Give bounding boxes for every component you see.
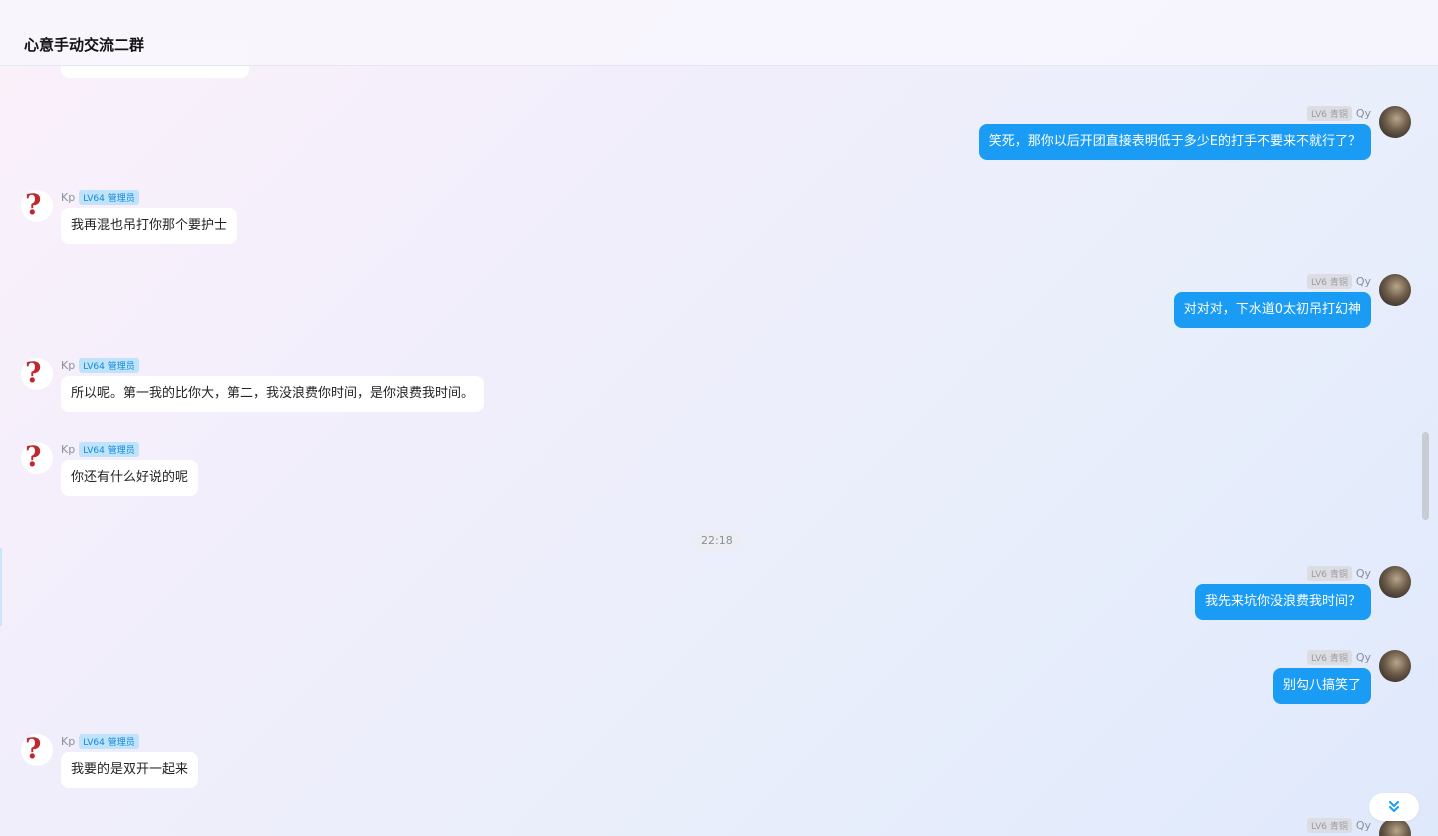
page-title: 心意手动交流二群 [24,36,145,54]
question-mark-avatar-icon: ? [25,190,42,221]
question-mark-avatar-icon: ? [25,734,42,765]
level-badge: LV6 青铜 [1307,650,1352,665]
message-meta: LV6 青铜 Qy [1307,274,1371,289]
time-divider: 22:18 [692,531,742,550]
avatar[interactable] [1379,650,1411,682]
chat-header: 心意手动交流二群 [0,0,1438,66]
level-badge: LV6 青铜 [1307,818,1352,833]
admin-badge: LV64 管理员 [79,442,139,457]
message-meta: Kp LV64 管理员 [61,190,139,205]
sender-name: Qy [1355,107,1371,120]
message-meta: Kp LV64 管理员 [61,734,139,749]
message-meta: Kp LV64 管理员 [61,442,139,457]
message-bubble[interactable]: 所以呢。第一我的比你大，第二，我没浪费你时间，是你浪费我时间。 [61,376,485,412]
message-meta: LV6 青铜 Qy [1307,106,1371,121]
sender-name: Qy [1355,819,1371,832]
message-bubble[interactable]: 对对对，下水道0太初吊打幻神 [1173,292,1371,328]
message-meta: LV6 青铜 Qy [1307,818,1371,833]
avatar[interactable] [1379,566,1411,598]
sender-name: Kp [61,735,76,748]
level-badge: LV6 青铜 [1307,106,1352,121]
avatar[interactable] [1379,274,1411,306]
question-mark-avatar-icon: ? [25,442,42,473]
sender-name: Qy [1355,651,1371,664]
sender-name: Qy [1355,275,1371,288]
admin-badge: LV64 管理员 [79,190,139,205]
admin-badge: LV64 管理员 [79,734,139,749]
chat-area: LV6 青铜 Qy 笑死，那你以后开团直接表明低于多少E的打手不要来不就行了？ … [0,0,1438,836]
sender-name: Kp [61,443,76,456]
level-badge: LV6 青铜 [1307,566,1352,581]
message-bubble[interactable]: 我先来坑你没浪费我时间？ [1194,584,1371,620]
avatar[interactable]: ? [21,190,53,222]
message-bubble[interactable]: 别勾八搞笑了 [1272,668,1371,704]
scroll-to-bottom-button[interactable] [1369,793,1419,821]
question-mark-avatar-icon: ? [25,358,42,389]
message-bubble[interactable]: 你还有什么好说的呢 [61,460,199,496]
left-edge-indicator [0,548,2,626]
avatar[interactable]: ? [21,734,53,766]
message-bubble[interactable]: 笑死，那你以后开团直接表明低于多少E的打手不要来不就行了？ [978,124,1371,160]
avatar[interactable]: ? [21,442,53,474]
level-badge: LV6 青铜 [1307,274,1352,289]
avatar[interactable] [1379,106,1411,138]
message-meta: Kp LV64 管理员 [61,358,139,373]
sender-name: Qy [1355,567,1371,580]
message-meta: LV6 青铜 Qy [1307,650,1371,665]
message-bubble[interactable]: 我再混也吊打你那个要护士 [61,208,238,244]
avatar[interactable]: ? [21,358,53,390]
admin-badge: LV64 管理员 [79,358,139,373]
sender-name: Kp [61,359,76,372]
sender-name: Kp [61,191,76,204]
message-meta: LV6 青铜 Qy [1307,566,1371,581]
double-chevron-down-icon [1389,801,1399,812]
message-bubble[interactable]: 我要的是双开一起来 [61,752,199,788]
scrollbar-thumb[interactable] [1422,432,1429,520]
